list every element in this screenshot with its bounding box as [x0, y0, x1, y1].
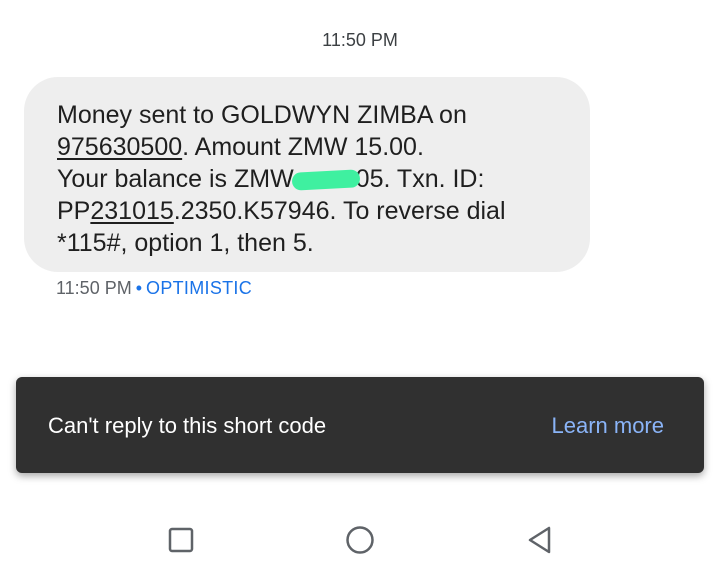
message-text: 05. Txn. ID: [355, 165, 485, 193]
message-line-1: Money sent to GOLDWYN ZIMBA on [57, 99, 568, 131]
meta-separator: • [135, 278, 143, 298]
message-status: OPTIMISTIC [146, 278, 253, 298]
message-bubble[interactable]: Money sent to GOLDWYN ZIMBA on 975630500… [24, 77, 590, 272]
square-icon [168, 527, 194, 553]
redaction-mark [291, 169, 361, 192]
phone-number-link[interactable]: 975630500 [57, 133, 182, 161]
message-line-4: PP231015.2350.K57946. To reverse dial [57, 195, 568, 227]
navigation-bar [0, 490, 720, 586]
message-text: *115#, option 1, then 5. [57, 229, 314, 257]
conversation-timestamp: 11:50 PM [322, 30, 398, 50]
message-line-5: *115#, option 1, then 5. [57, 227, 568, 259]
message-text: PP [57, 197, 91, 225]
snackbar-message: Can't reply to this short code [48, 413, 327, 438]
message-time: 11:50 PM [56, 278, 132, 298]
message-text: Money sent to GOLDWYN ZIMBA on [57, 101, 467, 129]
learn-more-button[interactable]: Learn more [551, 413, 664, 439]
message-text: Your balance is ZMW [57, 165, 294, 193]
message-meta: 11:50 PM • OPTIMISTIC [56, 278, 252, 299]
home-button[interactable] [340, 520, 380, 560]
message-line-2: 975630500. Amount ZMW 15.00. [57, 131, 568, 163]
back-button[interactable] [520, 520, 560, 560]
txn-date-link[interactable]: 231015 [90, 197, 173, 225]
circle-icon [346, 526, 374, 554]
message-text: .2350.K57946. To reverse dial [173, 197, 506, 225]
triangle-back-icon [528, 526, 551, 554]
recents-button[interactable] [161, 520, 201, 560]
message-text: . Amount ZMW 15.00. [182, 133, 424, 161]
message-line-3: Your balance is ZMW 05. Txn. ID: [57, 163, 568, 195]
snackbar: Can't reply to this short code Learn mor… [16, 377, 704, 473]
